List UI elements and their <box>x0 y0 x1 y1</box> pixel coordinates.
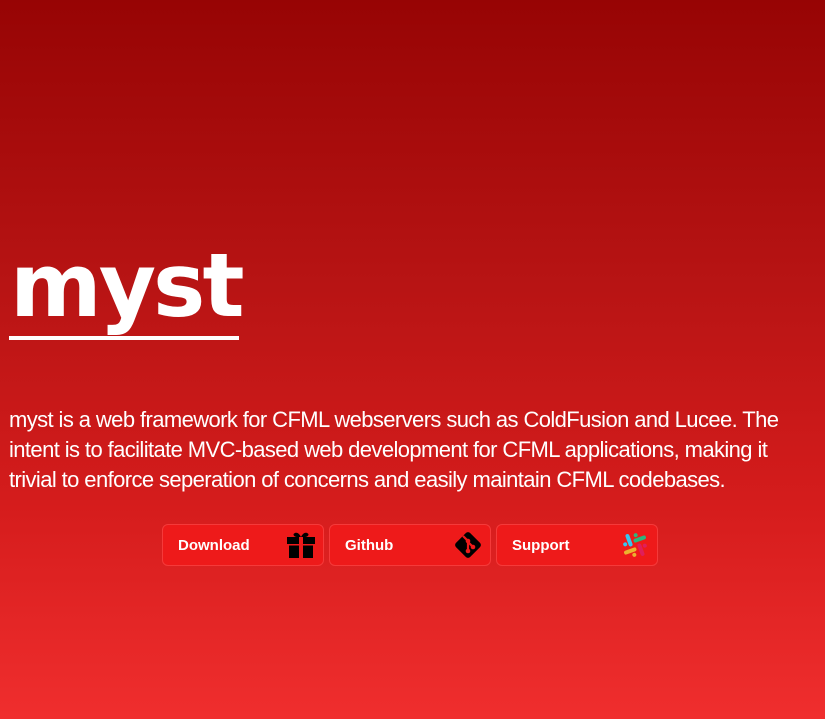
logo: myst <box>9 234 245 342</box>
support-button-label: Support <box>512 536 570 554</box>
github-button[interactable]: Github <box>329 524 491 566</box>
git-icon <box>452 529 484 561</box>
logo-underline <box>9 336 239 340</box>
download-button-label: Download <box>178 536 250 554</box>
action-buttons: Download Github Support <box>162 524 658 566</box>
github-button-label: Github <box>345 536 394 554</box>
logo-text: myst <box>10 234 245 337</box>
slack-icon <box>619 529 651 561</box>
download-button[interactable]: Download <box>162 524 324 566</box>
intro-paragraph: myst is a web framework for CFML webserv… <box>9 407 779 492</box>
support-button[interactable]: Support <box>496 524 658 566</box>
gift-box-icon <box>285 529 317 561</box>
